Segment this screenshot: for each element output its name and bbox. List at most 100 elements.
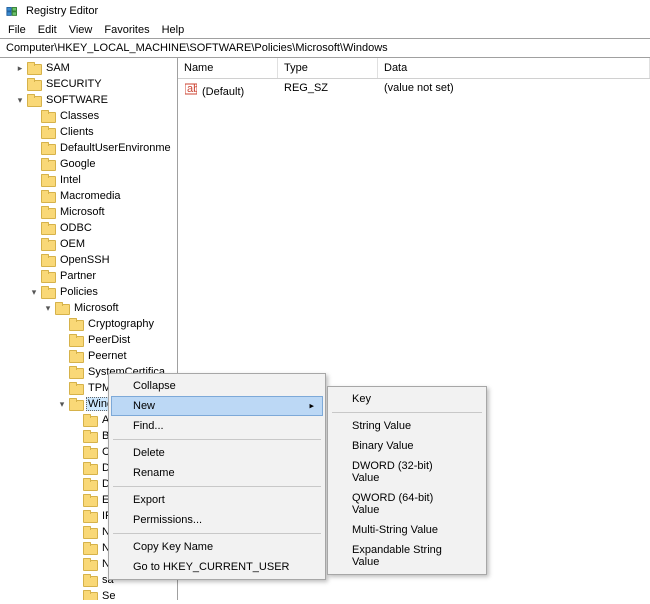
menu-item[interactable]: Multi-String Value: [330, 520, 484, 540]
chevron-right-icon[interactable]: ▸: [14, 62, 26, 74]
menu-item[interactable]: String Value: [330, 416, 484, 436]
tree-item-label: Partner: [58, 270, 98, 282]
twisty-spacer: [28, 110, 40, 122]
menu-item[interactable]: New▸: [111, 396, 323, 416]
folder-icon: [83, 542, 97, 554]
folder-icon: [83, 462, 97, 474]
folder-icon: [27, 78, 41, 90]
menu-item[interactable]: Key: [330, 389, 484, 409]
twisty-spacer: [28, 142, 40, 154]
folder-icon: [27, 62, 41, 74]
tree-item[interactable]: ▸ SAM: [0, 60, 177, 76]
twisty-spacer: [70, 430, 82, 442]
twisty-spacer: [70, 542, 82, 554]
tree-item[interactable]: Clients: [0, 124, 177, 140]
menu-favorites[interactable]: Favorites: [104, 24, 149, 36]
tree-item[interactable]: ODBC: [0, 220, 177, 236]
chevron-down-icon[interactable]: ▾: [56, 398, 68, 410]
tree-item[interactable]: ▾Policies: [0, 284, 177, 300]
string-value-icon: ab: [184, 82, 198, 96]
twisty-spacer: [28, 174, 40, 186]
context-submenu-new[interactable]: Key String ValueBinary ValueDWORD (32-bit…: [327, 386, 487, 575]
menu-item[interactable]: QWORD (64-bit) Value: [330, 488, 484, 520]
tree-item[interactable]: Intel: [0, 172, 177, 188]
folder-icon: [41, 286, 55, 298]
chevron-down-icon[interactable]: ▾: [14, 94, 26, 106]
tree-item[interactable]: DefaultUserEnvironme: [0, 140, 177, 156]
tree-item[interactable]: SECURITY: [0, 76, 177, 92]
twisty-spacer: [28, 254, 40, 266]
menu-item[interactable]: Expandable String Value: [330, 540, 484, 572]
folder-icon: [83, 574, 97, 586]
twisty-spacer: [56, 318, 68, 330]
chevron-down-icon[interactable]: ▾: [28, 286, 40, 298]
menu-item[interactable]: Copy Key Name: [111, 537, 323, 557]
svg-text:ab: ab: [187, 83, 197, 95]
menu-item[interactable]: Find...: [111, 416, 323, 436]
value-data: (value not set): [378, 81, 650, 99]
tree-item[interactable]: PeerDist: [0, 332, 177, 348]
chevron-down-icon[interactable]: ▾: [42, 302, 54, 314]
tree-item-label: Peernet: [86, 350, 129, 362]
col-header-name[interactable]: Name: [178, 58, 278, 78]
twisty-spacer: [28, 222, 40, 234]
value-name: ab(Default): [178, 81, 278, 99]
address-bar[interactable]: Computer\HKEY_LOCAL_MACHINE\SOFTWARE\Pol…: [0, 38, 650, 58]
col-header-data[interactable]: Data: [378, 58, 650, 78]
folder-icon: [41, 206, 55, 218]
tree-item[interactable]: Se: [0, 588, 177, 600]
folder-icon: [69, 334, 83, 346]
menu-edit[interactable]: Edit: [38, 24, 57, 36]
menu-help[interactable]: Help: [162, 24, 185, 36]
twisty-spacer: [70, 446, 82, 458]
tree-item-label: OEM: [58, 238, 87, 250]
menu-item[interactable]: Export: [111, 490, 323, 510]
tree-item[interactable]: Classes: [0, 108, 177, 124]
tree-item[interactable]: ▾SOFTWARE: [0, 92, 177, 108]
menu-item[interactable]: Binary Value: [330, 436, 484, 456]
context-menu[interactable]: CollapseNew▸Find... DeleteRename ExportPer…: [108, 373, 326, 580]
tree-item[interactable]: Google: [0, 156, 177, 172]
menu-view[interactable]: View: [69, 24, 93, 36]
twisty-spacer: [14, 78, 26, 90]
tree-item[interactable]: Partner: [0, 268, 177, 284]
tree-item-label: Clients: [58, 126, 96, 138]
menu-separator: [113, 486, 321, 487]
folder-icon: [83, 478, 97, 490]
menubar: File Edit View Favorites Help: [0, 22, 650, 38]
col-header-type[interactable]: Type: [278, 58, 378, 78]
tree-item-label: Google: [58, 158, 97, 170]
value-type: REG_SZ: [278, 81, 378, 99]
menu-item[interactable]: Rename: [111, 463, 323, 483]
twisty-spacer: [70, 462, 82, 474]
chevron-right-icon: ▸: [309, 401, 314, 412]
twisty-spacer: [70, 494, 82, 506]
folder-icon: [41, 222, 55, 234]
value-row[interactable]: ab(Default)REG_SZ(value not set): [178, 79, 650, 101]
tree-item[interactable]: OpenSSH: [0, 252, 177, 268]
tree-item-label: Microsoft: [72, 302, 121, 314]
menu-item[interactable]: DWORD (32-bit) Value: [330, 456, 484, 488]
tree-item[interactable]: Peernet: [0, 348, 177, 364]
menu-file[interactable]: File: [8, 24, 26, 36]
twisty-spacer: [28, 190, 40, 202]
tree-item-label: Se: [100, 590, 117, 600]
tree-item-label: OpenSSH: [58, 254, 112, 266]
folder-icon: [83, 494, 97, 506]
folder-icon: [27, 94, 41, 106]
tree-item-label: DefaultUserEnvironme: [58, 142, 173, 154]
tree-item[interactable]: ▾ Microsoft: [0, 300, 177, 316]
tree-item[interactable]: Microsoft: [0, 204, 177, 220]
menu-item[interactable]: Delete: [111, 443, 323, 463]
folder-icon: [69, 318, 83, 330]
twisty-spacer: [56, 334, 68, 346]
tree-item-label: Intel: [58, 174, 83, 186]
menu-item[interactable]: Permissions...: [111, 510, 323, 530]
tree-item[interactable]: OEM: [0, 236, 177, 252]
menu-item[interactable]: Go to HKEY_CURRENT_USER: [111, 557, 323, 577]
tree-item[interactable]: Cryptography: [0, 316, 177, 332]
folder-icon: [41, 190, 55, 202]
tree-item[interactable]: Macromedia: [0, 188, 177, 204]
menu-item[interactable]: Collapse: [111, 376, 323, 396]
tree-item-label: SAM: [44, 62, 72, 74]
